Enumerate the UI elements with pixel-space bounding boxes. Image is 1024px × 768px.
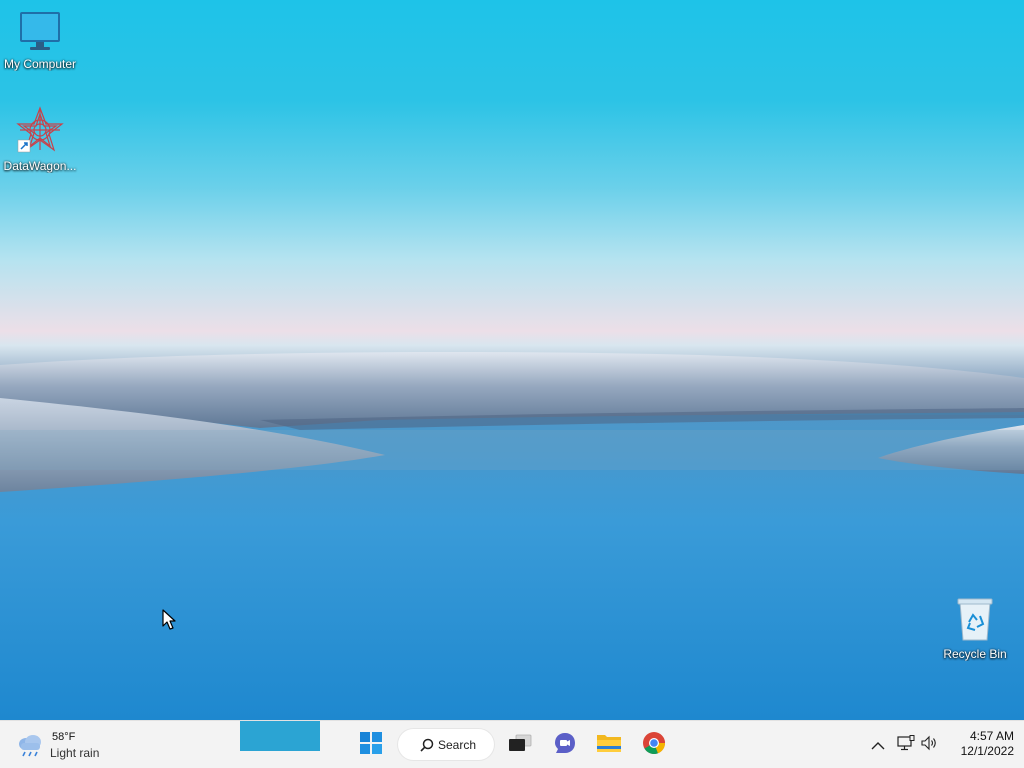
search-icon xyxy=(420,738,434,752)
desktop-icon-my-computer[interactable]: My Computer xyxy=(0,10,80,71)
network-status-button[interactable] xyxy=(896,735,916,755)
wallpaper-landscape xyxy=(0,352,1024,720)
taskbar: 58°F Light rain Search 4:57 AM 12/1/2022 xyxy=(0,720,1024,768)
mouse-cursor-icon xyxy=(162,609,178,635)
system-clock[interactable]: 4:57 AM 12/1/2022 xyxy=(946,729,1014,759)
minimized-window-thumbnail[interactable] xyxy=(240,721,320,751)
network-icon xyxy=(897,735,915,755)
desktop-icon-datawagon[interactable]: DataWagon... xyxy=(0,106,80,173)
folder-icon xyxy=(596,732,622,758)
teams-chat-icon xyxy=(553,731,577,759)
weather-condition: Light rain xyxy=(50,746,100,760)
weather-temperature: 58°F xyxy=(52,731,76,743)
windows-start-icon xyxy=(360,732,382,758)
desktop-icon-recycle-bin[interactable]: Recycle Bin xyxy=(935,596,1015,661)
desktop-background[interactable]: My Computer DataWagon... Recycle Bin xyxy=(0,0,1024,720)
file-explorer-button[interactable] xyxy=(591,727,627,763)
chat-button[interactable] xyxy=(547,727,583,763)
datawagon-app-icon xyxy=(0,106,80,157)
task-view-icon xyxy=(508,734,532,756)
chrome-icon xyxy=(642,731,666,759)
search-button[interactable]: Search xyxy=(398,729,494,760)
show-hidden-icons-button[interactable] xyxy=(868,735,888,755)
desktop-icon-label: My Computer xyxy=(3,57,77,71)
monitor-icon xyxy=(0,10,80,55)
rain-cloud-icon xyxy=(16,733,44,761)
task-view-button[interactable] xyxy=(502,727,538,763)
desktop-icon-label: DataWagon... xyxy=(3,159,77,173)
clock-time: 4:57 AM xyxy=(969,729,1014,743)
weather-widget[interactable]: 58°F Light rain xyxy=(16,727,126,763)
clock-date: 12/1/2022 xyxy=(960,744,1014,758)
volume-button[interactable] xyxy=(920,735,940,755)
volume-icon xyxy=(921,735,939,755)
search-label: Search xyxy=(438,737,477,752)
desktop-icon-label: Recycle Bin xyxy=(943,647,1007,661)
recycle-bin-icon xyxy=(935,596,1015,645)
start-button[interactable] xyxy=(353,727,389,763)
chevron-up-icon xyxy=(871,736,885,755)
chrome-button[interactable] xyxy=(636,727,672,763)
